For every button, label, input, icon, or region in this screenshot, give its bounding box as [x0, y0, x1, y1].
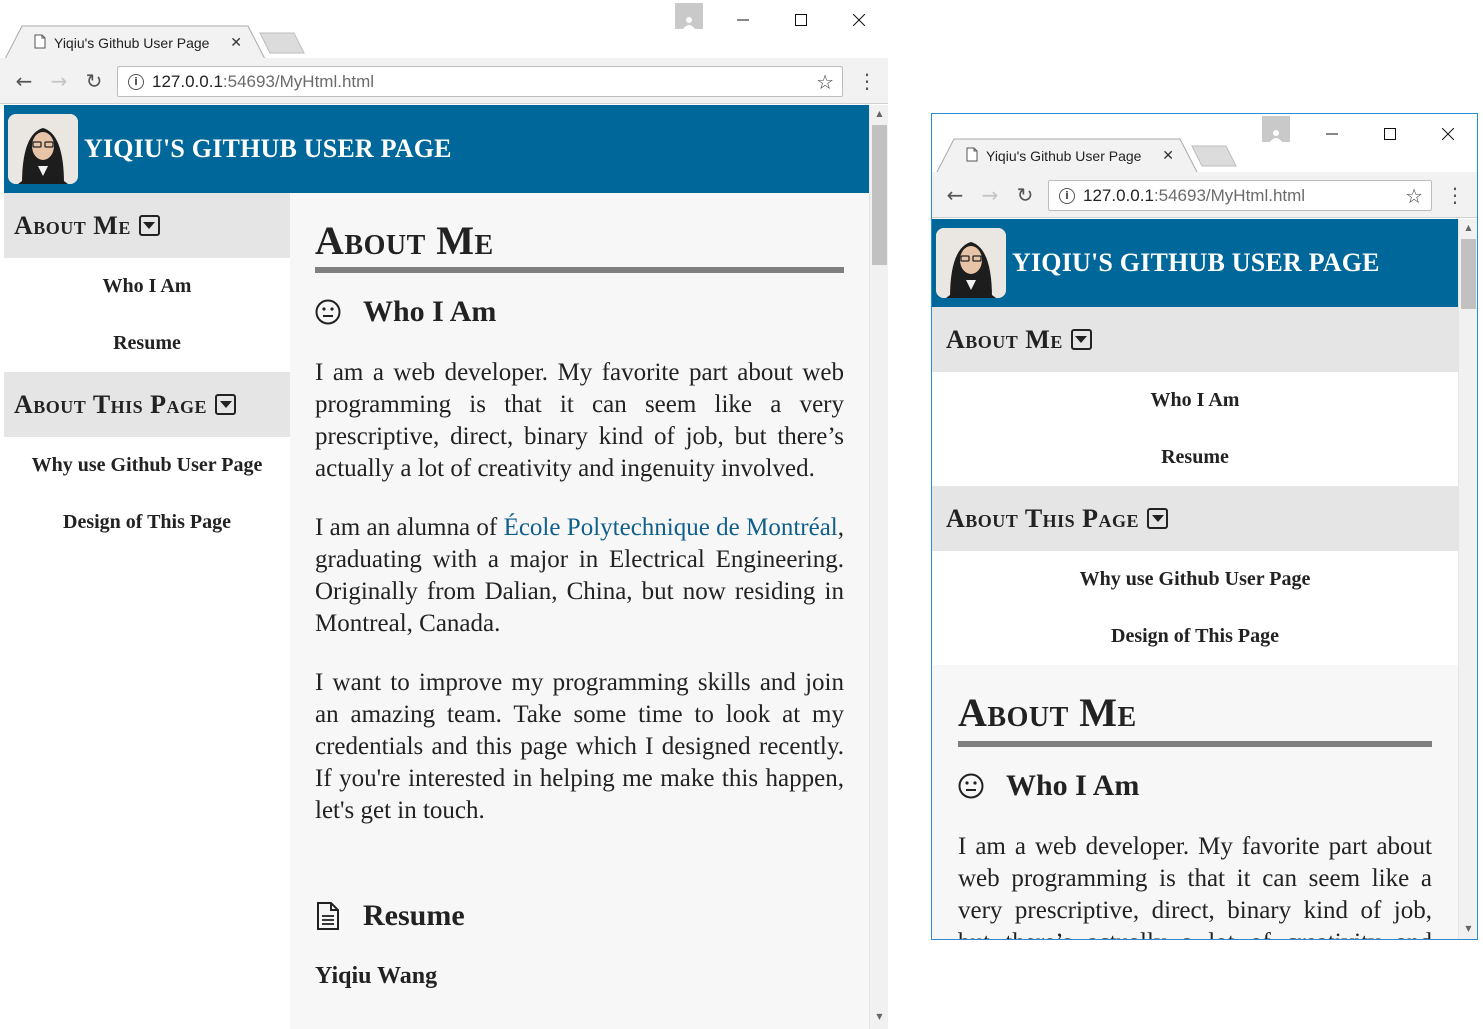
back-arrow-icon[interactable]: ← — [7, 58, 41, 104]
reload-icon[interactable]: ↻ — [1008, 172, 1042, 218]
info-icon[interactable]: i — [1059, 187, 1075, 204]
tab-title: Yiqiu's Github User Page — [54, 35, 210, 51]
text-span: I am an alumna of — [315, 514, 504, 541]
caret-down-box-icon[interactable] — [1070, 329, 1092, 350]
section-heading-label: Resume — [363, 899, 465, 932]
url-path: :54693/MyHtml.html — [222, 71, 375, 91]
url-path: :54693/MyHtml.html — [1153, 185, 1306, 205]
forward-arrow-icon[interactable]: → — [973, 172, 1007, 218]
forward-arrow-icon[interactable]: → — [42, 58, 76, 104]
nav-heading-about-me[interactable]: About Me — [4, 193, 290, 258]
section-heading-who-i-am: Who I Am — [958, 769, 1432, 803]
page-title: About Me — [958, 690, 1137, 735]
avatar — [8, 114, 78, 184]
address-bar[interactable]: i 127.0.0.1:54693/MyHtml.html ☆ — [1048, 180, 1432, 211]
paragraph-education: I am an alumna of École Polytechnique de… — [315, 512, 844, 640]
page-title: About Me — [315, 218, 494, 263]
tab-strip: Yiqiu's Github User Page ✕ — [0, 21, 888, 61]
nav-group-about-this-page: About This Page Why use Github User Page… — [932, 486, 1458, 665]
section-heading-resume: Resume — [315, 899, 844, 933]
main-content: About Me Who I Am I am a web developer. … — [290, 193, 869, 1029]
page-viewport: YIQIU'S GITHUB USER PAGE About Me Who I … — [4, 105, 888, 1029]
new-tab-button[interactable] — [258, 31, 306, 60]
section-heading-who-i-am: Who I Am — [315, 295, 844, 329]
tab-strip: Yiqiu's Github User Page ✕ — [932, 134, 1477, 174]
nav-group-about-me: About Me Who I Am Resume — [4, 193, 290, 372]
tab-close-icon[interactable]: ✕ — [230, 35, 242, 51]
nav-link-why-github[interactable]: Why use Github User Page — [4, 437, 290, 494]
scroll-thumb[interactable] — [872, 125, 887, 265]
scroll-thumb[interactable] — [1461, 239, 1476, 309]
info-icon[interactable]: i — [128, 73, 144, 90]
site-header: YIQIU'S GITHUB USER PAGE — [932, 219, 1458, 307]
document-icon — [315, 902, 341, 930]
nav-heading-label: About Me — [14, 210, 131, 240]
tab-close-icon[interactable]: ✕ — [1162, 148, 1174, 164]
page-icon — [966, 147, 978, 165]
browser-tab[interactable]: Yiqiu's Github User Page ✕ — [936, 138, 1198, 174]
nav-link-resume[interactable]: Resume — [932, 429, 1458, 486]
title-rule — [958, 741, 1432, 747]
avatar — [936, 228, 1006, 298]
scroll-down-icon[interactable]: ▼ — [1459, 920, 1477, 937]
url-host: 127.0.0.1 — [1083, 185, 1154, 205]
site-header: YIQIU'S GITHUB USER PAGE — [4, 105, 869, 193]
nav-heading-about-me[interactable]: About Me — [932, 307, 1458, 372]
browser-window-small: Yiqiu's Github User Page ✕ ← → ↻ i 127.0… — [931, 113, 1478, 940]
sidebar-nav: About Me Who I Am Resume About This Page… — [4, 193, 290, 1029]
nav-link-who-i-am[interactable]: Who I Am — [4, 258, 290, 315]
menu-dots-icon[interactable]: ⋮ — [1440, 172, 1470, 218]
star-icon[interactable]: ☆ — [816, 70, 834, 94]
caret-down-box-icon[interactable] — [138, 215, 160, 236]
scroll-down-icon[interactable]: ▼ — [870, 1008, 888, 1025]
main-content: About Me Who I Am I am a web developer. … — [932, 665, 1458, 939]
back-arrow-icon[interactable]: ← — [938, 172, 972, 218]
title-rule — [315, 267, 844, 273]
nav-link-why-github[interactable]: Why use Github User Page — [932, 551, 1458, 608]
caret-down-box-icon[interactable] — [215, 394, 237, 415]
neutral-face-icon — [315, 299, 341, 325]
resume-name: Yiqiu Wang — [315, 963, 438, 989]
site-title: YIQIU'S GITHUB USER PAGE — [1012, 248, 1380, 277]
star-icon[interactable]: ☆ — [1405, 184, 1423, 208]
browser-toolbar: ← → ↻ i 127.0.0.1:54693/MyHtml.html ☆ ⋮ — [0, 58, 888, 104]
browser-window-large: Yiqiu's Github User Page ✕ ← → ↻ i 127.0… — [0, 0, 888, 1029]
scroll-up-icon[interactable]: ▲ — [1459, 219, 1477, 236]
scrollbar[interactable]: ▲ ▼ — [869, 105, 888, 1029]
scroll-up-icon[interactable]: ▲ — [870, 105, 888, 122]
caret-down-box-icon[interactable] — [1147, 508, 1169, 529]
paragraph-goals: I want to improve my programming skills … — [315, 669, 844, 824]
paragraph-intro: I am a web developer. My favorite part a… — [315, 359, 844, 482]
nav-heading-label: About This Page — [14, 389, 208, 419]
section-heading-label: Who I Am — [1006, 769, 1140, 802]
address-bar[interactable]: i 127.0.0.1:54693/MyHtml.html ☆ — [117, 66, 843, 97]
sidebar-nav: About Me Who I Am Resume About This Page… — [932, 307, 1458, 665]
nav-group-about-this-page: About This Page Why use Github User Page… — [4, 372, 290, 551]
page-icon — [34, 34, 46, 52]
page-viewport: YIQIU'S GITHUB USER PAGE About Me Who I … — [932, 219, 1477, 939]
nav-heading-about-this-page[interactable]: About This Page — [932, 486, 1458, 551]
paragraph-intro: I am a web developer. My favorite part a… — [958, 833, 1432, 939]
browser-tab[interactable]: Yiqiu's Github User Page ✕ — [4, 25, 266, 61]
nav-link-design[interactable]: Design of This Page — [932, 608, 1458, 665]
nav-group-about-me: About Me Who I Am Resume — [932, 307, 1458, 486]
nav-heading-label: About Me — [946, 324, 1063, 354]
section-heading-label: Who I Am — [363, 295, 497, 328]
nav-link-resume[interactable]: Resume — [4, 315, 290, 372]
nav-heading-label: About This Page — [946, 503, 1140, 533]
url-host: 127.0.0.1 — [152, 71, 223, 91]
new-tab-button[interactable] — [1190, 144, 1238, 173]
nav-heading-about-this-page[interactable]: About This Page — [4, 372, 290, 437]
neutral-face-icon — [958, 773, 984, 799]
reload-icon[interactable]: ↻ — [77, 58, 111, 104]
browser-toolbar: ← → ↻ i 127.0.0.1:54693/MyHtml.html ☆ ⋮ — [932, 172, 1477, 218]
menu-dots-icon[interactable]: ⋮ — [852, 58, 882, 104]
nav-link-design[interactable]: Design of This Page — [4, 494, 290, 551]
tab-title: Yiqiu's Github User Page — [986, 148, 1142, 164]
site-title: YIQIU'S GITHUB USER PAGE — [84, 134, 452, 163]
link-polytechnique[interactable]: École Polytechnique de Montréal — [504, 514, 838, 541]
nav-link-who-i-am[interactable]: Who I Am — [932, 372, 1458, 429]
scrollbar[interactable]: ▲ ▼ — [1458, 219, 1477, 939]
